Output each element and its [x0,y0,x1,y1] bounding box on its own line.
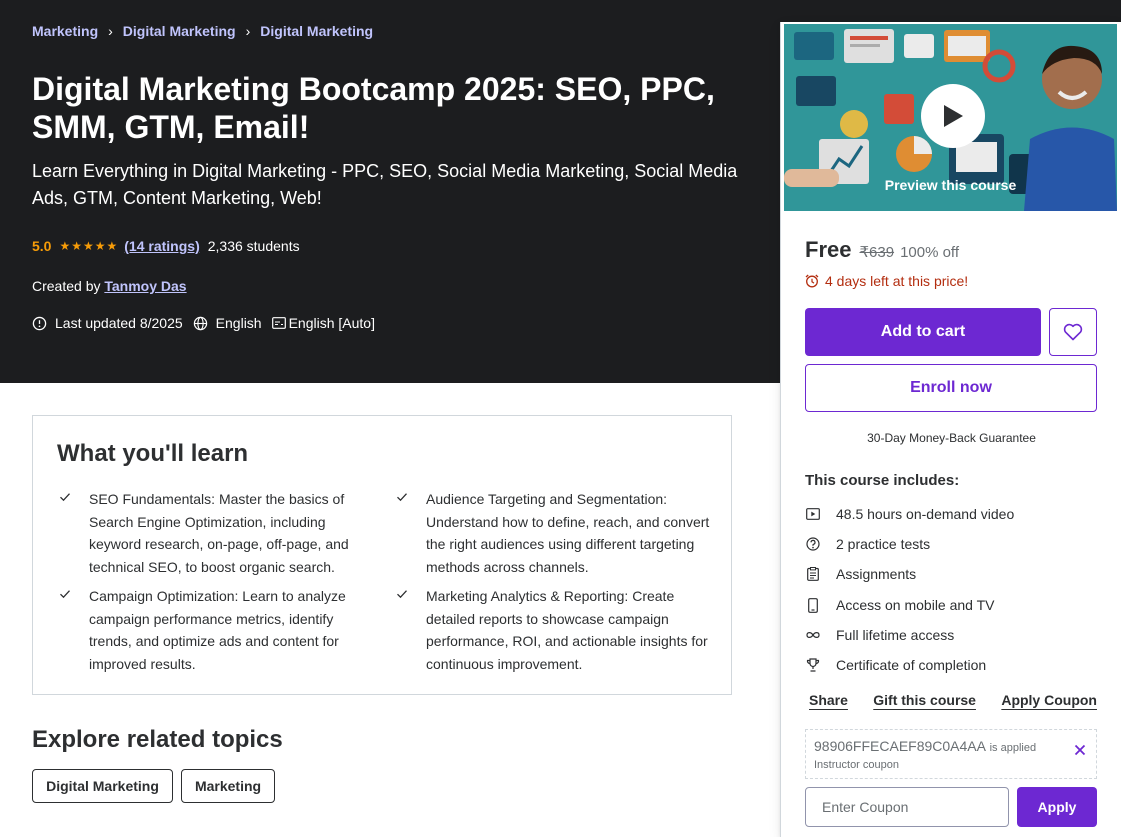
captions-text: English [Auto] [288,315,375,331]
play-icon [944,105,963,127]
section-title-explore: Explore related topics [32,726,283,753]
breadcrumb-item-digital-marketing-topic[interactable]: Digital Marketing [260,23,373,39]
chevron-right-icon: › [245,23,251,39]
list-item: Access on mobile and TV [805,597,995,613]
original-price: ₹639 [859,244,895,261]
captions: English [Auto] [271,315,375,331]
course-subtitle: Learn Everything in Digital Marketing - … [32,161,738,208]
list-item: Certificate of completion [805,657,986,673]
gift-course-button[interactable]: Gift this course [873,692,976,708]
page-title: Digital Marketing Bootcamp 2025: SEO, PP… [32,71,715,145]
author-link[interactable]: Tanmoy Das [104,278,186,294]
course-meta: Last updated 8/2025 English English [Aut… [32,315,385,331]
sidebar-actions: Share Gift this course Apply Coupon [809,692,1097,708]
includes-title: This course includes: [805,472,960,489]
list-item: Marketing Analytics & Reporting: Create … [397,585,711,675]
chevron-right-icon: › [108,23,113,39]
list-item: Assignments [805,566,916,582]
ratings-count-link[interactable]: (14 ratings) [124,238,199,254]
coupon-code-line: 98906FFECAEF89C0A4AA is applied [814,738,1036,754]
price-timer: 4 days left at this price! [805,273,968,289]
breadcrumb-item-digital-marketing[interactable]: Digital Marketing [123,23,236,39]
question-icon [805,536,821,552]
check-icon [397,493,407,502]
check-icon [60,493,70,502]
star-rating-icon: ★★★★★ [59,239,119,253]
coupon-kind: Instructor coupon [814,759,899,771]
current-price: Free [805,237,852,262]
created-by-label: Created by [32,278,101,294]
check-icon [60,590,70,599]
share-button[interactable]: Share [809,692,848,708]
apply-coupon-button[interactable]: Apply Coupon [1001,692,1097,708]
coupon-input[interactable] [805,787,1009,827]
mobile-icon [805,597,821,613]
money-back-guarantee: 30-Day Money-Back Guarantee [867,431,1036,445]
what-you-learn-box: What you'll learn SEO Fundamentals: Mast… [32,415,732,695]
discount-badge: 100% off [900,244,960,261]
close-icon[interactable] [1074,744,1086,756]
alarm-clock-icon [805,274,819,288]
list-item: 48.5 hours on-demand video [805,506,1014,522]
enroll-now-button[interactable]: Enroll now [805,364,1097,412]
created-by: Created by Tanmoy Das [32,278,187,294]
video-icon [805,506,821,522]
add-to-cart-button[interactable]: Add to cart [805,308,1041,356]
price-row: Free ₹639 100% off [805,237,959,263]
coupon-code: 98906FFECAEF89C0A4AA [814,738,986,754]
preview-label: Preview this course [884,177,1017,193]
infinity-icon [805,627,821,643]
last-updated-text: Last updated 8/2025 [55,315,183,331]
globe-icon [193,316,207,330]
list-item: SEO Fundamentals: Master the basics of S… [60,488,369,578]
closed-captions-icon [271,317,286,329]
students-count: 2,336 students [207,238,300,254]
course-preview[interactable]: Preview this course [784,24,1117,211]
rating-row: 5.0 ★★★★★ (14 ratings) 2,336 students [32,238,300,254]
breadcrumb-item-marketing[interactable]: Marketing [32,23,98,39]
list-item: 2 practice tests [805,536,930,552]
coupon-applied-text: is applied [989,742,1037,754]
heart-icon [1063,323,1083,341]
assignment-icon [805,566,821,582]
trophy-icon [805,657,821,673]
breadcrumb: Marketing › Digital Marketing › Digital … [32,23,373,39]
timer-text: 4 days left at this price! [825,273,969,289]
language-text: English [215,315,262,331]
list-item: Audience Targeting and Segmentation: Und… [397,488,711,578]
rating-value: 5.0 [32,238,52,254]
language: English [193,315,262,331]
topic-marketing[interactable]: Marketing [181,769,275,803]
list-item: Campaign Optimization: Learn to analyze … [60,585,349,675]
check-icon [397,590,407,599]
section-title-learn: What you'll learn [57,440,249,467]
list-item: Full lifetime access [805,627,954,643]
topic-digital-marketing[interactable]: Digital Marketing [32,769,173,803]
applied-coupon: 98906FFECAEF89C0A4AA is applied Instruct… [805,729,1097,779]
play-button[interactable] [921,84,985,148]
apply-button[interactable]: Apply [1017,787,1097,827]
alert-clock-icon [32,316,47,330]
wishlist-button[interactable] [1049,308,1097,356]
purchase-sidebar: Preview this course Free ₹639 100% off 4… [780,22,1121,837]
last-updated: Last updated 8/2025 [32,315,183,331]
